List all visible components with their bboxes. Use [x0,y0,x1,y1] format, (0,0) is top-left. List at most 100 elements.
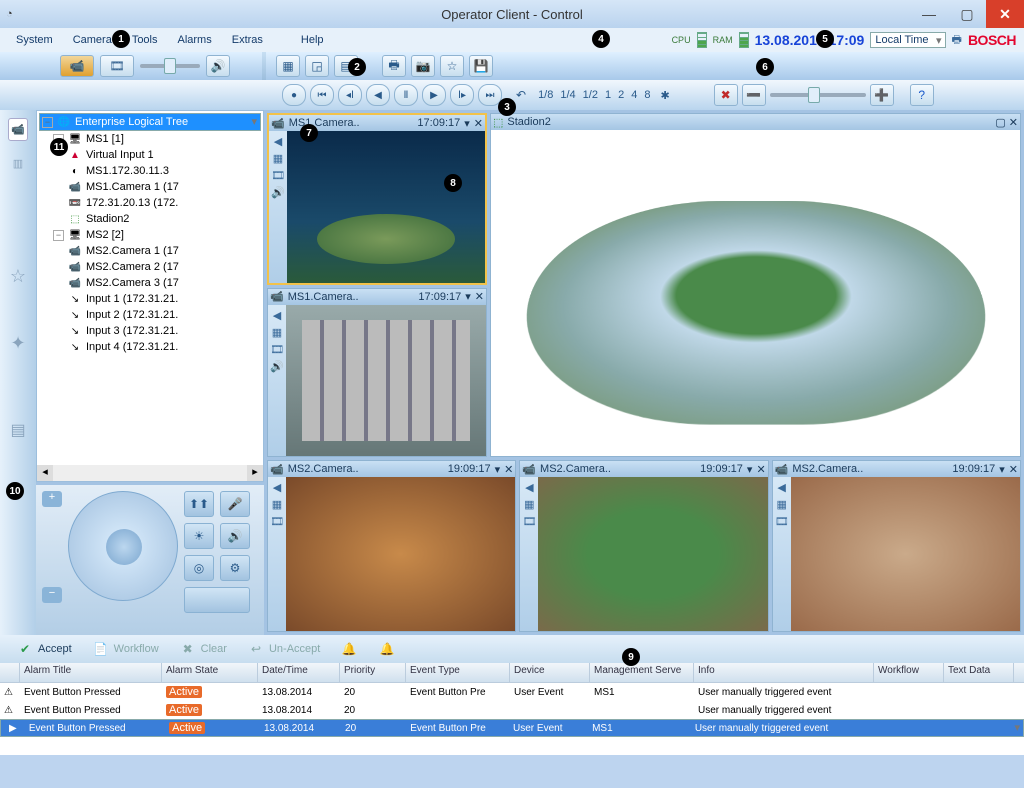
more-panes-button[interactable]: ➕ [870,84,894,106]
tree-item[interactable]: MS2.Camera 2 (17 [86,261,179,273]
map-pane-stadion2[interactable]: ⬚Stadion2▢ ✕ [490,113,1021,457]
tab-list-icon[interactable]: ▤ [10,420,25,440]
ram-label: RAM [713,35,733,45]
replay-icon[interactable]: ↶ [516,88,526,102]
callout-4: 4 [592,30,610,48]
left-tab-strip: 📹 ▥ ☆ ✦ ▤ [0,110,36,635]
cpu-gauge [697,32,707,48]
main-toolbar: 📹 🎞 🔊 ▦ ◲ ▤ 🖶 📷 ☆ 💾 [0,52,1024,80]
ptz-joystick[interactable] [68,491,178,601]
ptz-speaker[interactable]: 🔊 [220,523,250,549]
tree-item[interactable]: Virtual Input 1 [86,149,154,161]
accept-button[interactable]: ✔Accept [8,638,80,660]
clear-button[interactable]: ✖Clear [171,638,235,660]
live-mode-button[interactable]: 📹 [60,55,94,77]
step-fwd-button[interactable]: Ⅰ▸ [450,84,474,106]
workflow-button[interactable]: 📄Workflow [84,638,167,660]
ptz-preset[interactable]: ◎ [184,555,214,581]
callout-7: 7 [300,124,318,142]
audio-button[interactable]: 🔊 [206,55,230,77]
record-button[interactable]: ● [282,84,306,106]
main-area: 📹 ▥ ☆ ✦ ▤ −🌐Enterprise Logical Tree −🖥MS… [0,110,1024,635]
logical-tree-pane: −🌐Enterprise Logical Tree −🖥MS1 [1] ▲Vir… [36,110,264,482]
tree-ms2[interactable]: MS2 [2] [86,229,124,241]
menu-tools[interactable]: Tools [124,32,166,48]
alarm-row[interactable]: ⚠Event Button PressedActive13.08.201420U… [0,701,1024,719]
speed-ticks[interactable]: 1/81/41/21248 [538,89,650,101]
print-button[interactable]: 🖶 [382,55,406,77]
tree-item[interactable]: MS1.Camera 1 (17 [86,181,179,193]
tab-favorites-icon[interactable]: ☆ [10,266,26,287]
tree-item[interactable]: Input 2 (172.31.21. [86,309,178,321]
rewind-fast-button[interactable]: ⏮ [310,84,334,106]
ptz-focus-near[interactable]: 🎤 [220,491,250,517]
app-icon: ◔ [6,8,13,20]
event-button[interactable]: 🔔 [332,638,366,660]
callout-2: 2 [348,58,366,76]
tree-item[interactable]: Input 3 (172.31.21. [86,325,178,337]
ptz-preset-select[interactable] [184,587,250,613]
video-pane-6[interactable]: 📹MS2.Camera..19:09:17▾✕ ◀▦🎞 [772,460,1021,632]
tab-maps-icon[interactable]: ▥ [13,157,23,170]
tree-item[interactable]: Input 1 (172.31.21. [86,293,178,305]
cpu-label: CPU [672,35,691,45]
tree-root[interactable]: Enterprise Logical Tree [75,116,188,128]
pane-count-slider[interactable] [770,93,866,97]
logical-tree[interactable]: −🌐Enterprise Logical Tree −🖥MS1 [1] ▲Vir… [37,111,263,465]
tree-item[interactable]: 172.31.20.13 (172. [86,197,178,209]
alarm-grid[interactable]: Alarm Title Alarm State Date/Time Priori… [0,663,1024,755]
video-grid: 📹MS1.Camera..17:09:17▾✕ ◀▦🎞🔊 📹MS1.Camera… [264,110,1024,635]
video-pane-3[interactable]: 📹MS1.Camera..17:09:17▾✕ ◀▦🎞🔊 [267,288,487,458]
close-button[interactable]: ✕ [986,0,1024,28]
remove-pane-button[interactable]: ✖ [714,84,738,106]
play-back-button[interactable]: ◀ [366,84,390,106]
callout-3: 3 [498,98,516,116]
video-pane-1[interactable]: 📹MS1.Camera..17:09:17▾✕ ◀▦🎞🔊 [267,113,487,285]
favorite-button[interactable]: ☆ [440,55,464,77]
menu-alarms[interactable]: Alarms [170,32,220,48]
menu-help[interactable]: Help [293,32,332,48]
menu-extras[interactable]: Extras [224,32,271,48]
step-back-button[interactable]: ◂Ⅰ [338,84,362,106]
video-pane-4[interactable]: 📹MS2.Camera..19:09:17▾✕ ◀▦🎞 [267,460,516,632]
maximize-button[interactable]: ▢ [948,0,986,28]
play-button[interactable]: ▶ [422,84,446,106]
bell-button[interactable]: 🔔 [370,638,404,660]
alarm-row-selected[interactable]: ▶Event Button PressedActive13.08.201420E… [0,719,1024,737]
ptz-aux[interactable]: ⚙ [220,555,250,581]
playback-mode-button[interactable]: 🎞 [100,55,134,77]
ptz-plus-button[interactable]: + [42,491,62,507]
minimize-button[interactable]: — [910,0,948,28]
callout-1: 1 [112,30,130,48]
print-icon[interactable]: 🖶 [952,31,962,50]
menu-system[interactable]: System [8,32,61,48]
timezone-select[interactable]: Local Time [870,32,945,48]
tree-item[interactable]: MS2.Camera 3 (17 [86,277,179,289]
video-pane-5[interactable]: 📹MS2.Camera..19:09:17▾✕ ◀▦🎞 [519,460,768,632]
alarm-action-bar: ✔Accept 📄Workflow ✖Clear ↩Un-Accept 🔔 🔔 [0,635,1024,663]
volume-slider[interactable] [140,64,200,68]
tab-ptz-icon[interactable]: ✦ [10,333,25,354]
alarm-row[interactable]: ⚠Event Button PressedActive13.08.201420E… [0,683,1024,701]
tree-hscroll[interactable]: ◂▸ [37,465,263,481]
tab-cameras-icon[interactable]: 📹 [8,118,28,141]
menubar: System Camera Tools Alarms Extras Help C… [0,28,1024,52]
layout-button-1[interactable]: ▦ [276,55,300,77]
tree-ms1[interactable]: MS1 [1] [86,133,124,145]
ptz-minus-button[interactable]: − [42,587,62,603]
tree-item[interactable]: Stadion2 [86,213,129,225]
ram-gauge [739,32,749,48]
pause-button[interactable]: Ⅱ [394,84,418,106]
tree-item[interactable]: MS1.172.30.11.3 [86,165,169,177]
ptz-zoom-in[interactable]: ⬆⬆ [184,491,214,517]
layout-button-2[interactable]: ◲ [305,55,329,77]
callout-11: 11 [50,138,68,156]
help-button[interactable]: ? [910,84,934,106]
unaccept-button[interactable]: ↩Un-Accept [239,638,328,660]
fewer-panes-button[interactable]: ➖ [742,84,766,106]
ptz-iris-open[interactable]: ☀ [184,523,214,549]
save-view-button[interactable]: 💾 [469,55,493,77]
tree-item[interactable]: Input 4 (172.31.21. [86,341,178,353]
tree-item[interactable]: MS2.Camera 1 (17 [86,245,179,257]
snapshot-button[interactable]: 📷 [411,55,435,77]
